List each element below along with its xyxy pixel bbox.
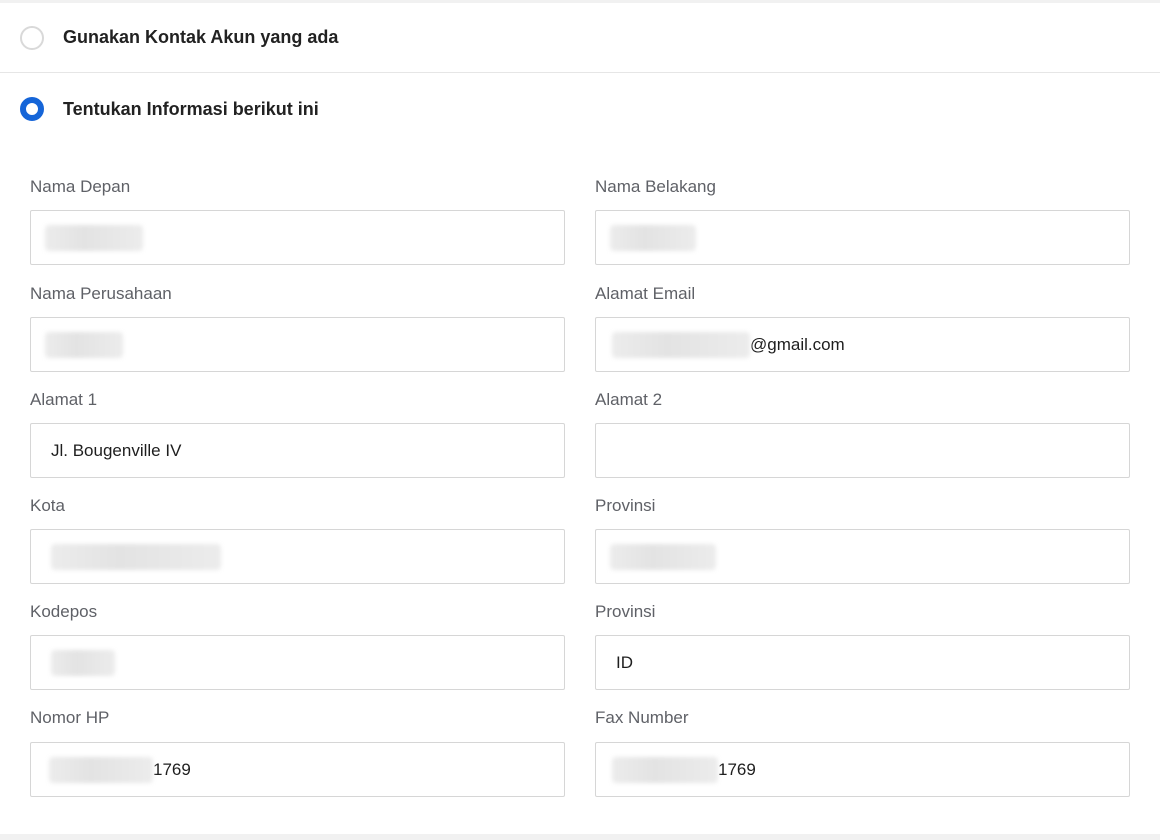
address1-value: Jl. Bougenville IV	[51, 440, 182, 460]
fax-field[interactable]: 1769	[595, 742, 1130, 797]
country-field[interactable]: ID	[595, 635, 1130, 690]
radio-specify-info[interactable]	[20, 97, 44, 121]
address1-label: Alamat 1	[30, 390, 98, 409]
address2-field[interactable]	[595, 423, 1130, 478]
option-specify-info[interactable]: Tentukan Informasi berikut ini	[0, 74, 1160, 144]
email-value-suffix: @gmail.com	[750, 334, 845, 354]
province-label: Provinsi	[595, 496, 656, 515]
postcode-label: Kodepos	[30, 602, 98, 621]
postcode-field[interactable]	[30, 635, 565, 690]
redacted-value	[49, 756, 153, 783]
last-name-label: Nama Belakang	[595, 177, 716, 196]
phone-field[interactable]: 1769	[30, 742, 565, 797]
redacted-value	[51, 649, 115, 676]
country-value: ID	[616, 652, 633, 672]
fax-label: Fax Number	[595, 708, 689, 727]
phone-value-suffix: 1769	[153, 759, 191, 779]
company-field[interactable]	[30, 317, 565, 372]
city-label: Kota	[30, 496, 65, 515]
option-use-account-label: Gunakan Kontak Akun yang ada	[63, 27, 339, 47]
redacted-value	[45, 331, 123, 358]
email-label: Alamat Email	[595, 284, 696, 303]
last-name-field[interactable]	[595, 210, 1130, 265]
phone-label: Nomor HP	[30, 708, 110, 727]
option-specify-info-label: Tentukan Informasi berikut ini	[63, 98, 319, 119]
city-field[interactable]	[30, 529, 565, 584]
redacted-value	[612, 331, 750, 358]
bottom-border	[0, 834, 1160, 840]
option-use-account[interactable]: Gunakan Kontak Akun yang ada	[0, 3, 1160, 73]
first-name-field[interactable]	[30, 210, 565, 265]
province-field[interactable]	[595, 529, 1130, 584]
country-label: Provinsi	[595, 602, 656, 621]
redacted-value	[51, 543, 221, 570]
radio-use-account[interactable]	[20, 25, 44, 50]
first-name-label: Nama Depan	[30, 177, 131, 196]
address2-label: Alamat 2	[595, 390, 663, 409]
company-label: Nama Perusahaan	[30, 284, 172, 303]
redacted-value	[45, 224, 143, 251]
redacted-value	[612, 756, 718, 783]
redacted-value	[610, 543, 716, 570]
email-field[interactable]: @gmail.com	[595, 317, 1130, 372]
address1-field[interactable]: Jl. Bougenville IV	[30, 423, 565, 478]
fax-value-suffix: 1769	[718, 759, 756, 779]
redacted-value	[610, 224, 696, 251]
